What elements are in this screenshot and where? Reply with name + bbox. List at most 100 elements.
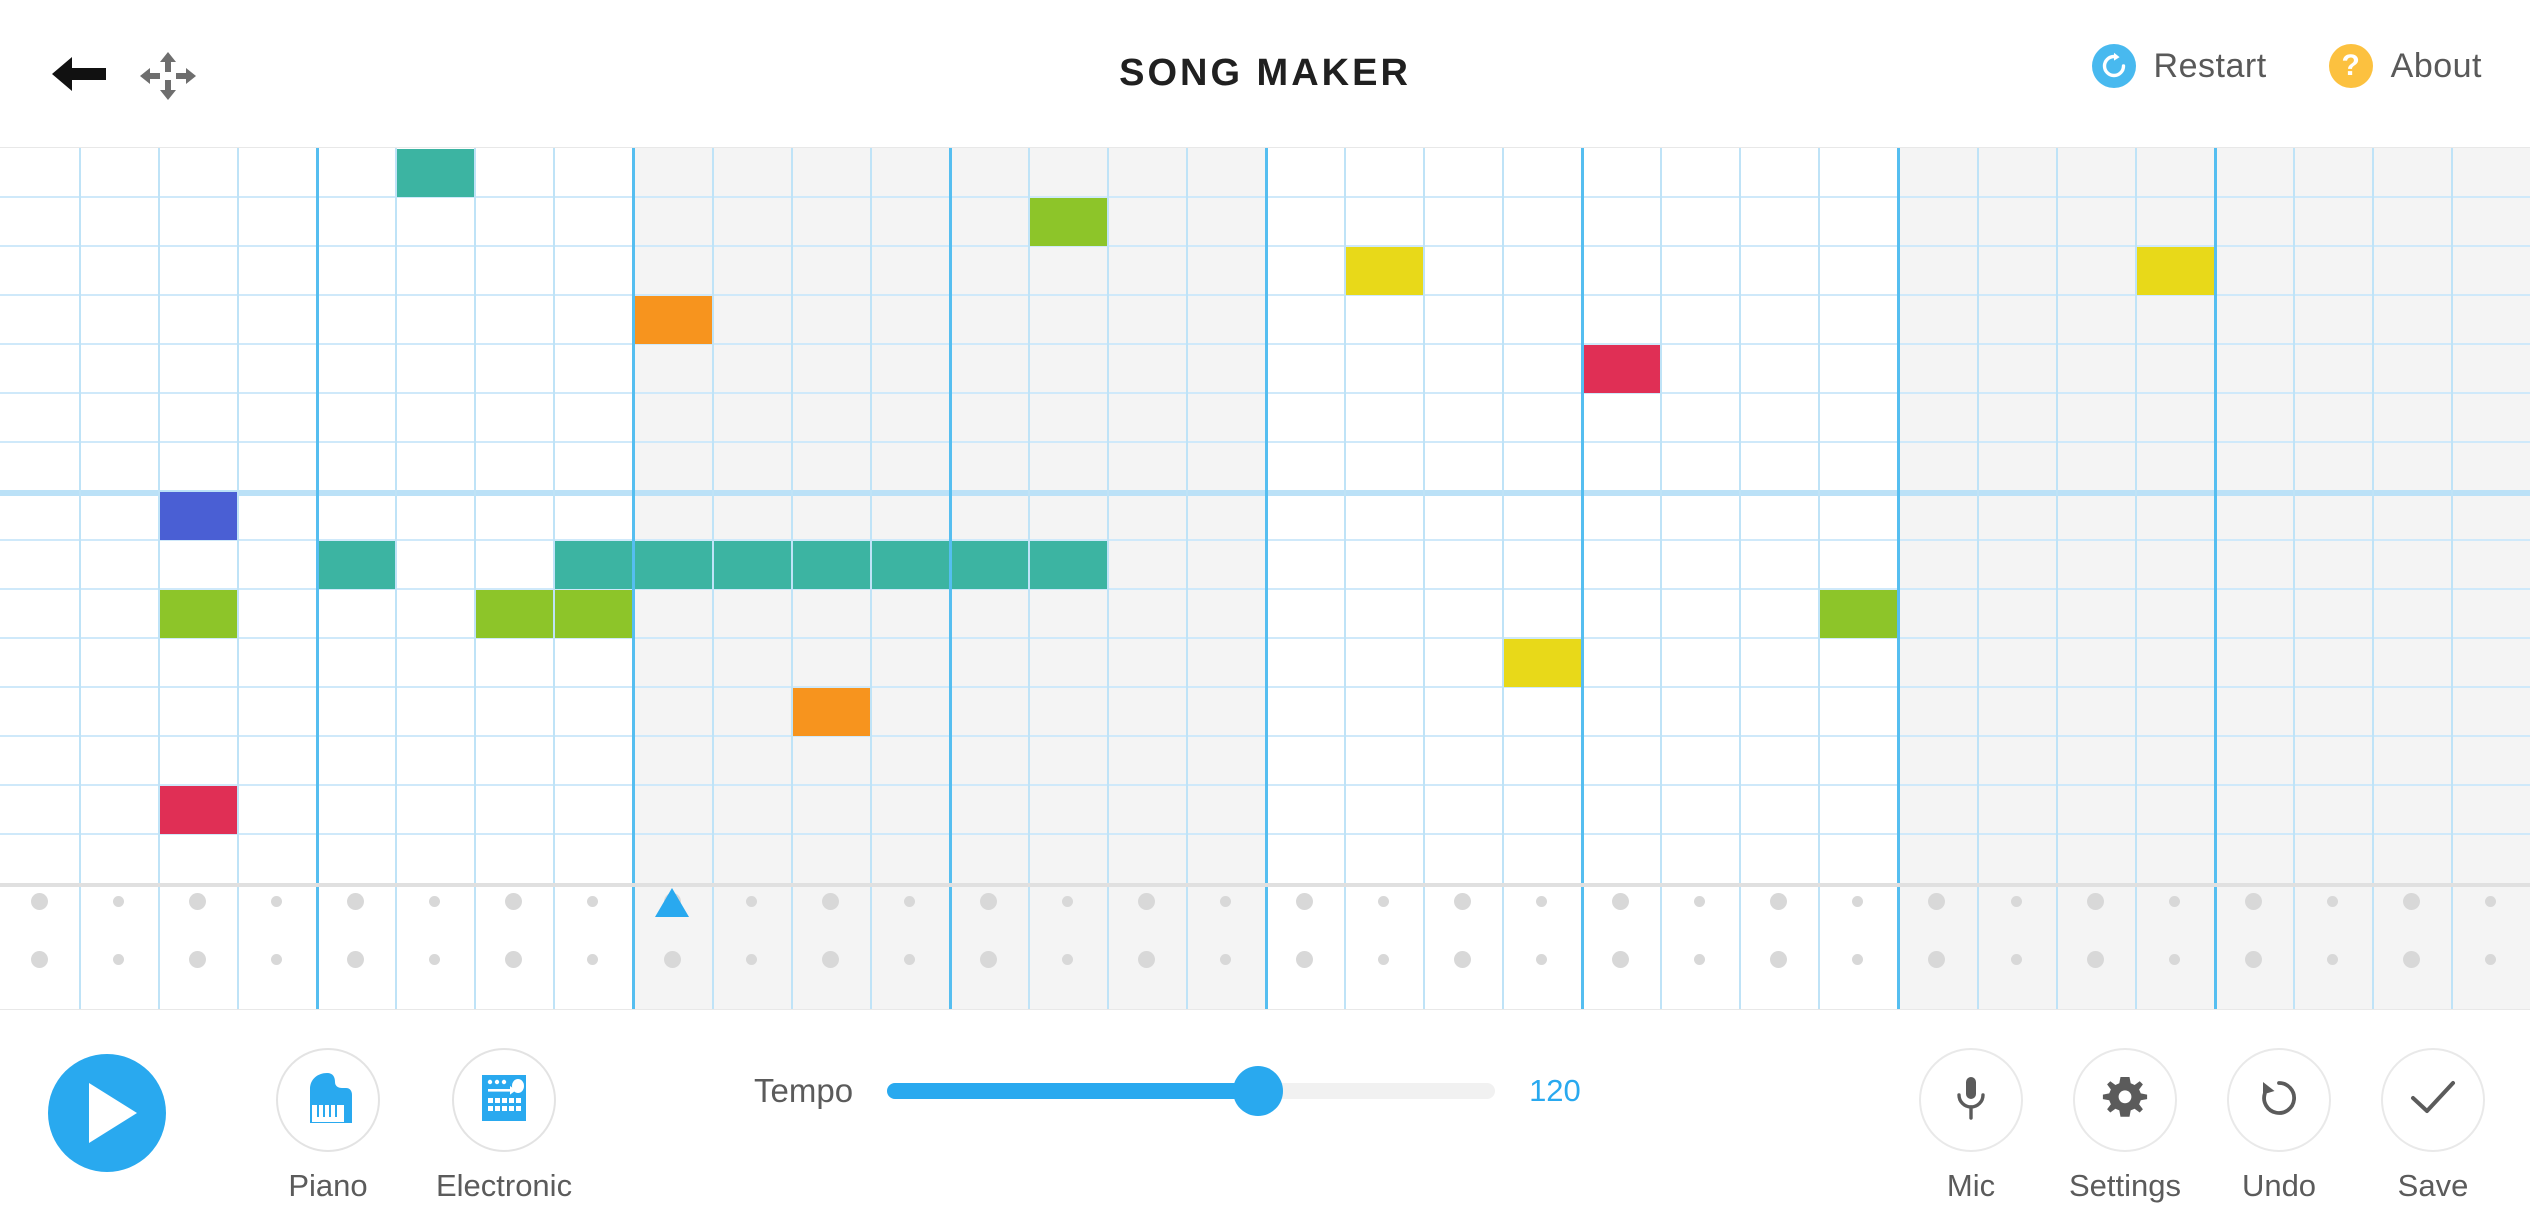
percussion-cell-dot[interactable] bbox=[587, 896, 599, 907]
about-button[interactable]: ? About bbox=[2328, 44, 2482, 88]
percussion-cell-dot[interactable] bbox=[2484, 954, 2496, 965]
grid-column-line bbox=[2292, 148, 2295, 1009]
percussion-cell-dot[interactable] bbox=[1536, 896, 1548, 907]
percussion-cell-dot[interactable] bbox=[979, 893, 997, 910]
question-mark-icon: ? bbox=[2328, 44, 2373, 88]
grid-column-line bbox=[2213, 148, 2217, 1009]
percussion-cell-dot[interactable] bbox=[189, 951, 207, 968]
note-block[interactable] bbox=[1818, 590, 1898, 638]
percussion-cell-dot[interactable] bbox=[745, 954, 757, 965]
percussion-cell-dot[interactable] bbox=[189, 893, 207, 910]
percussion-cell-dot[interactable] bbox=[821, 893, 839, 910]
percussion-cell-dot[interactable] bbox=[2010, 954, 2022, 965]
percussion-cell-dot[interactable] bbox=[429, 954, 441, 965]
grid-column-line bbox=[2055, 148, 2058, 1009]
note-block[interactable] bbox=[1581, 345, 1661, 393]
note-block[interactable] bbox=[1502, 639, 1582, 687]
percussion-cell-dot[interactable] bbox=[505, 951, 523, 968]
tempo-slider-knob[interactable] bbox=[1232, 1066, 1283, 1116]
percussion-cell-dot[interactable] bbox=[2168, 896, 2180, 907]
note-block[interactable] bbox=[553, 541, 1107, 589]
percussion-cell-dot[interactable] bbox=[2010, 896, 2022, 907]
checkmark-icon-circle bbox=[2381, 1048, 2485, 1152]
tempo-control: Tempo 120 bbox=[754, 1066, 1589, 1116]
percussion-cell-dot[interactable] bbox=[745, 896, 757, 907]
instrument-electronic[interactable]: Electronic bbox=[436, 1048, 572, 1204]
note-block[interactable] bbox=[1027, 198, 1107, 246]
percussion-cell-dot[interactable] bbox=[113, 954, 125, 965]
percussion-cell-dot[interactable] bbox=[587, 954, 599, 965]
percussion-cell-dot[interactable] bbox=[821, 951, 839, 968]
percussion-cell-dot[interactable] bbox=[1378, 896, 1390, 907]
percussion-cell-dot[interactable] bbox=[271, 896, 283, 907]
note-block[interactable] bbox=[2134, 247, 2214, 295]
percussion-cell-dot[interactable] bbox=[1536, 954, 1548, 965]
percussion-cell-dot[interactable] bbox=[1295, 893, 1313, 910]
percussion-cell-dot[interactable] bbox=[1852, 954, 1864, 965]
note-block[interactable] bbox=[158, 590, 238, 638]
percussion-cell-dot[interactable] bbox=[2244, 951, 2262, 968]
sequencer-grid[interactable] bbox=[0, 148, 2530, 1009]
note-block[interactable] bbox=[158, 492, 238, 540]
percussion-cell-dot[interactable] bbox=[2244, 893, 2262, 910]
percussion-cell-dot[interactable] bbox=[1770, 951, 1788, 968]
undo-button[interactable]: Undo bbox=[2224, 1048, 2334, 1204]
restart-button[interactable]: Restart bbox=[2091, 44, 2267, 88]
percussion-cell-dot[interactable] bbox=[347, 893, 365, 910]
percussion-cell-dot[interactable] bbox=[2326, 954, 2338, 965]
grid-column-line bbox=[79, 148, 82, 1009]
percussion-cell-dot[interactable] bbox=[2326, 896, 2338, 907]
tempo-slider-fill bbox=[887, 1083, 1258, 1099]
percussion-cell-dot[interactable] bbox=[505, 893, 523, 910]
percussion-cell-dot[interactable] bbox=[1061, 896, 1073, 907]
tempo-value: 120 bbox=[1529, 1073, 1581, 1108]
percussion-cell-dot[interactable] bbox=[1612, 893, 1630, 910]
percussion-cell-dot[interactable] bbox=[1219, 896, 1231, 907]
percussion-cell-dot[interactable] bbox=[2086, 893, 2104, 910]
grid-column-line bbox=[158, 148, 161, 1009]
percussion-cell-dot[interactable] bbox=[1852, 896, 1864, 907]
percussion-cell-dot[interactable] bbox=[31, 951, 49, 968]
percussion-cell-dot[interactable] bbox=[903, 954, 915, 965]
percussion-cell-dot[interactable] bbox=[663, 951, 681, 968]
percussion-cell-dot[interactable] bbox=[2402, 893, 2420, 910]
note-block[interactable] bbox=[632, 296, 712, 344]
note-block[interactable] bbox=[158, 786, 238, 834]
save-button[interactable]: Save bbox=[2378, 1048, 2488, 1204]
note-block[interactable] bbox=[316, 541, 396, 589]
play-triangle-icon bbox=[89, 1083, 137, 1143]
percussion-cell-dot[interactable] bbox=[2168, 954, 2180, 965]
percussion-cell-dot[interactable] bbox=[1295, 951, 1313, 968]
percussion-cell-dot[interactable] bbox=[2484, 896, 2496, 907]
percussion-cell-dot[interactable] bbox=[1061, 954, 1073, 965]
percussion-cell-dot[interactable] bbox=[2086, 951, 2104, 968]
note-block[interactable] bbox=[395, 149, 475, 197]
percussion-cell-dot[interactable] bbox=[1770, 893, 1788, 910]
percussion-cell-dot[interactable] bbox=[347, 951, 365, 968]
mic-button[interactable]: Mic bbox=[1916, 1048, 2026, 1204]
percussion-cell-dot[interactable] bbox=[1694, 954, 1706, 965]
grid-column-line bbox=[1264, 148, 1268, 1009]
percussion-cell-dot[interactable] bbox=[979, 951, 997, 968]
percussion-cell-dot[interactable] bbox=[2402, 951, 2420, 968]
percussion-cell-dot[interactable] bbox=[1694, 896, 1706, 907]
percussion-cell-dot[interactable] bbox=[1454, 951, 1472, 968]
percussion-cell-dot[interactable] bbox=[1454, 893, 1472, 910]
percussion-cell-dot[interactable] bbox=[903, 896, 915, 907]
percussion-cell-dot[interactable] bbox=[31, 893, 49, 910]
percussion-cell-dot[interactable] bbox=[1137, 893, 1155, 910]
note-block[interactable] bbox=[1344, 247, 1424, 295]
percussion-cell-dot[interactable] bbox=[1612, 951, 1630, 968]
tempo-slider[interactable] bbox=[887, 1066, 1496, 1116]
instrument-piano[interactable]: Piano bbox=[276, 1048, 380, 1204]
percussion-cell-dot[interactable] bbox=[113, 896, 125, 907]
settings-button[interactable]: Settings bbox=[2069, 1048, 2181, 1204]
percussion-cell-dot[interactable] bbox=[1137, 951, 1155, 968]
percussion-cell-dot[interactable] bbox=[1219, 954, 1231, 965]
percussion-cell-dot[interactable] bbox=[429, 896, 441, 907]
note-block[interactable] bbox=[790, 688, 870, 736]
percussion-cell-dot[interactable] bbox=[271, 954, 283, 965]
playhead-marker[interactable] bbox=[655, 888, 689, 917]
percussion-cell-dot[interactable] bbox=[1378, 954, 1390, 965]
play-button[interactable] bbox=[48, 1054, 166, 1172]
